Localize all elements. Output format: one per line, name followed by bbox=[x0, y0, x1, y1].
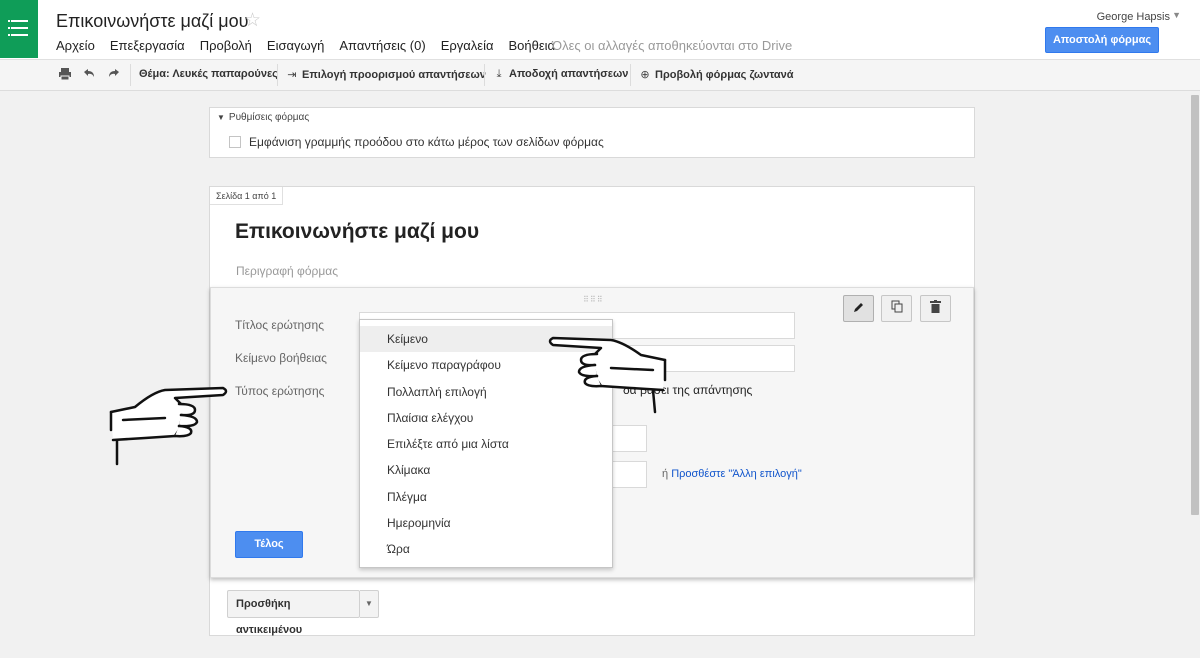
add-other-prefix: ή bbox=[662, 468, 669, 480]
globe-icon: ⊕ bbox=[640, 69, 650, 81]
menu-help[interactable]: Βοήθεια bbox=[508, 38, 555, 53]
toolbar-divider bbox=[277, 64, 278, 86]
type-option-time[interactable]: Ώρα bbox=[360, 536, 612, 562]
header: Επικοινωνήστε μαζί μου ☆ Αρχείο Επεξεργα… bbox=[0, 0, 1200, 60]
scrollbar[interactable] bbox=[1190, 91, 1200, 658]
view-live-form-button[interactable]: ⊕ Προβολή φόρμας ζωντανά bbox=[638, 68, 794, 81]
form-settings-header: Ρυθμίσεις φόρμας bbox=[228, 112, 310, 123]
form-settings-toggle[interactable]: ▼ Ρυθμίσεις φόρμας bbox=[217, 112, 309, 123]
trash-icon bbox=[930, 300, 941, 313]
scrollbar-thumb[interactable] bbox=[1191, 95, 1199, 515]
triangle-down-icon: ▼ bbox=[217, 113, 225, 122]
star-icon[interactable]: ☆ bbox=[244, 9, 261, 32]
form-title[interactable]: Επικοινωνήστε μαζί μου bbox=[235, 220, 479, 244]
drag-handle-icon[interactable]: ⠿⠿⠿ bbox=[583, 295, 604, 304]
help-text-label: Κείμενο βοήθειας bbox=[235, 351, 327, 365]
pointing-hand-right-icon bbox=[109, 386, 228, 466]
menu-tools[interactable]: Εργαλεία bbox=[441, 38, 494, 53]
add-item-button[interactable]: Προσθήκη αντικειμένου bbox=[227, 590, 360, 636]
theme-button[interactable]: Θέμα: Λευκές παπαρούνες bbox=[139, 68, 278, 80]
duplicate-question-button[interactable] bbox=[881, 295, 912, 322]
delete-question-button[interactable] bbox=[920, 295, 951, 322]
type-option-scale[interactable]: Κλίμακα bbox=[360, 457, 612, 483]
theme-label: Θέμα: Λευκές παπαρούνες bbox=[139, 68, 278, 80]
response-destination-label: Επιλογή προορισμού απαντήσεων bbox=[302, 69, 486, 81]
user-account[interactable]: George Hapsis bbox=[1097, 11, 1170, 23]
menu-insert[interactable]: Εισαγωγή bbox=[267, 38, 324, 53]
accept-responses-button[interactable]: ⤓ Αποδοχή απαντήσεων bbox=[492, 68, 629, 81]
question-title-label: Τίτλος ερώτησης bbox=[235, 318, 324, 332]
document-title[interactable]: Επικοινωνήστε μαζί μου bbox=[56, 11, 248, 32]
accept-responses-label: Αποδοχή απαντήσεων bbox=[509, 68, 629, 80]
copy-icon bbox=[891, 300, 902, 313]
add-other-option-link[interactable]: Προσθέστε "Άλλη επιλογή" bbox=[671, 468, 802, 480]
toolbar-divider bbox=[130, 64, 131, 86]
pointing-hand-left-icon bbox=[548, 336, 667, 414]
menu-view[interactable]: Προβολή bbox=[200, 38, 252, 53]
option-input-new[interactable] bbox=[611, 461, 647, 488]
undo-icon[interactable] bbox=[81, 67, 97, 83]
forms-app-icon[interactable] bbox=[0, 0, 38, 58]
edit-question-button[interactable] bbox=[843, 295, 874, 322]
toolbar-divider bbox=[484, 64, 485, 86]
chevron-down-icon[interactable]: ▼ bbox=[1172, 10, 1181, 20]
menu-edit[interactable]: Επεξεργασία bbox=[110, 38, 185, 53]
inbox-icon: ⤓ bbox=[496, 68, 502, 80]
form-settings-panel: ▼ Ρυθμίσεις φόρμας Εμφάνιση γραμμής προόδ… bbox=[209, 107, 975, 158]
redo-icon[interactable] bbox=[106, 67, 122, 83]
add-other-option[interactable]: ή Προσθέστε "Άλλη επιλογή" bbox=[662, 468, 802, 480]
response-destination-button[interactable]: ⇥ Επιλογή προορισμού απαντήσεων bbox=[285, 68, 486, 81]
type-option-grid[interactable]: Πλέγμα bbox=[360, 484, 612, 510]
progress-bar-label: Εμφάνιση γραμμής προόδου στο κάτω μέρος … bbox=[249, 135, 604, 149]
option-input[interactable] bbox=[611, 425, 647, 452]
toolbar: Θέμα: Λευκές παπαρούνες ⇥ Επιλογή προορισ… bbox=[0, 60, 1200, 91]
save-status: Όλες οι αλλαγές αποθηκεύονται στο Drive bbox=[552, 38, 793, 53]
toolbar-divider bbox=[630, 64, 631, 86]
done-button[interactable]: Τέλος bbox=[235, 531, 303, 558]
pencil-icon bbox=[853, 303, 863, 312]
type-option-list[interactable]: Επιλέξτε από μια λίστα bbox=[360, 431, 612, 457]
export-icon: ⇥ bbox=[287, 69, 297, 81]
menu-bar: Αρχείο Επεξεργασία Προβολή Εισαγωγή Απαν… bbox=[56, 38, 555, 53]
send-form-button[interactable]: Αποστολή φόρμας bbox=[1045, 27, 1159, 53]
print-icon[interactable] bbox=[57, 67, 73, 83]
menu-responses[interactable]: Απαντήσεις (0) bbox=[339, 38, 425, 53]
view-live-form-label: Προβολή φόρμας ζωντανά bbox=[655, 69, 794, 81]
menu-file[interactable]: Αρχείο bbox=[56, 38, 95, 53]
chevron-down-icon[interactable]: ▼ bbox=[360, 590, 379, 618]
page-indicator: Σελίδα 1 από 1 bbox=[210, 187, 284, 205]
type-option-date[interactable]: Ημερομηνία bbox=[360, 510, 612, 536]
form-description[interactable]: Περιγραφή φόρμας bbox=[236, 264, 338, 278]
progress-bar-checkbox[interactable] bbox=[229, 136, 241, 148]
question-type-label: Τύπος ερώτησης bbox=[235, 384, 325, 398]
